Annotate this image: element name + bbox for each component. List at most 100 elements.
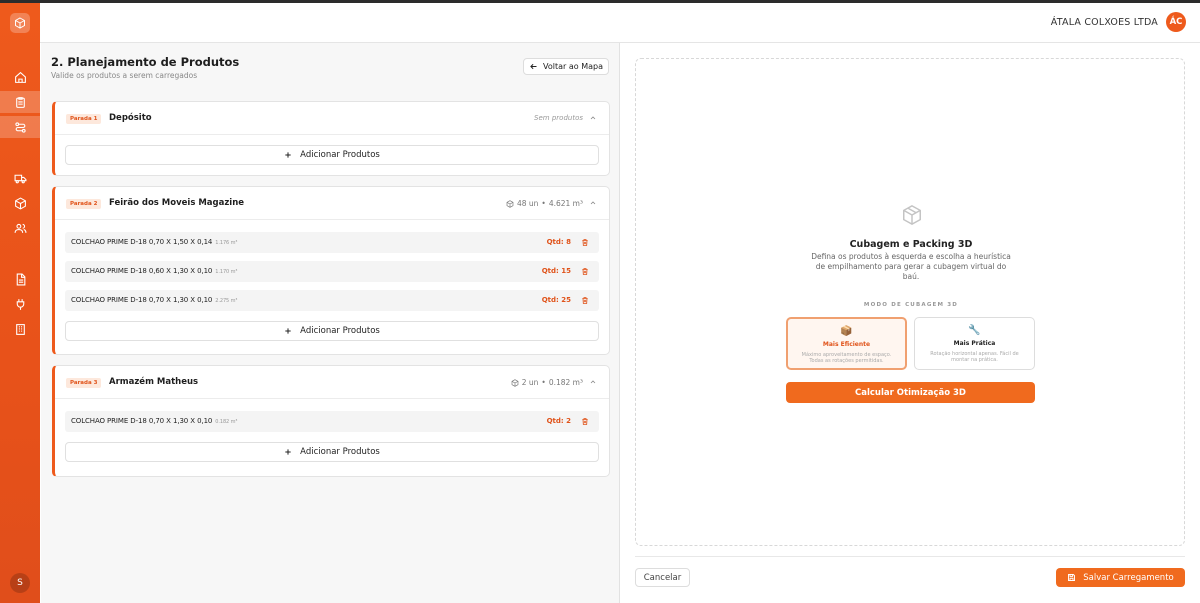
separator-dot: • [541,199,546,208]
mode-description: Rotação horizontal apenas. Fácil de mont… [930,351,1019,363]
trash-icon[interactable] [581,267,589,276]
mode-name: Mais Prática [953,340,996,347]
add-products-label: Adicionar Produtos [300,326,380,336]
mode-option-efficient[interactable]: 📦 Mais Eficiente Máximo aproveitamento d… [786,317,907,370]
stop-units: 48 un [516,199,539,208]
mode-option-practical[interactable]: 🔧 Mais Prática Rotação horizontal apenas… [914,317,1035,370]
product-row: COLCHAO PRIME D-18 0,70 X 1,50 X 0,14 1.1… [65,232,599,253]
product-volume: 2.275 m³ [215,298,238,304]
stop-summary: 2 un • 0.182 m³ [511,378,583,387]
route-icon [14,121,26,133]
mode-label: MODO DE CUBAGEM 3D [863,302,959,308]
back-to-map-button[interactable]: Voltar ao Mapa [523,58,609,75]
stop-badge: Parada 3 [66,378,102,388]
sidebar-item-home[interactable] [0,66,40,88]
trash-icon[interactable] [581,238,589,247]
sidebar: S [0,3,40,603]
stop-header[interactable]: Parada 3 Armazém Matheus 2 un • 0.182 m³ [55,366,609,399]
sidebar-item-integrations[interactable] [0,293,40,315]
save-loading-label: Salvar Carregamento [1083,572,1174,583]
sidebar-item-company[interactable] [0,318,40,340]
sidebar-item-products[interactable] [0,192,40,214]
back-to-map-label: Voltar ao Mapa [543,62,603,71]
page-title: 2. Planejamento de Produtos [51,55,240,69]
box-icon [14,196,26,210]
sidebar-item-users[interactable] [0,217,40,239]
home-icon [14,71,26,83]
stop-header[interactable]: Parada 2 Feirão dos Moveis Magazine 48 u… [55,187,609,220]
plus-icon [285,449,291,455]
product-quantity[interactable]: Qtd: 2 [547,417,571,425]
sidebar-item-orders[interactable] [0,91,40,113]
product-name: COLCHAO PRIME D-18 0,70 X 1,30 X 0,10 0.1… [71,417,238,425]
users-icon [14,223,26,233]
stop-volume: 4.621 m³ [548,199,583,208]
product-volume: 1.170 m³ [215,269,238,275]
cancel-button[interactable]: Cancelar [635,568,690,587]
product-name: COLCHAO PRIME D-18 0,70 X 1,30 X 0,10 2.2… [71,296,238,304]
user-avatar[interactable]: S [10,573,30,593]
footer-divider [635,556,1185,557]
calculate-optimization-button[interactable]: Calcular Otimização 3D [786,382,1035,403]
trash-icon[interactable] [581,417,589,426]
building-icon [15,323,25,335]
stop-name: Depósito [109,113,152,123]
product-name: COLCHAO PRIME D-18 0,70 X 1,50 X 0,14 1.1… [71,238,238,246]
stop-card-1: Parada 1 Depósito Sem produtos Adicionar… [52,101,610,176]
truck-icon [14,174,26,183]
stop-badge: Parada 1 [66,114,102,124]
top-header: ÁTALA COLXOES LTDA ÁC [40,3,1200,43]
chevron-up-icon[interactable] [589,199,597,207]
stop-name: Feirão dos Moveis Magazine [109,198,245,208]
product-name: COLCHAO PRIME D-18 0,60 X 1,30 X 0,10 1.1… [71,267,238,275]
plus-icon [285,328,291,334]
stop-header[interactable]: Parada 1 Depósito Sem produtos [55,102,609,135]
logo-cube-icon[interactable] [10,13,30,33]
product-quantity[interactable]: Qtd: 8 [547,238,571,246]
add-products-button[interactable]: Adicionar Produtos [65,442,599,462]
mode-name: Mais Eficiente [822,341,871,348]
add-products-button[interactable]: Adicionar Produtos [65,145,599,165]
stop-name: Armazém Matheus [109,377,199,387]
cubage-description: Defina os produtos à esquerda e escolha … [811,252,1011,281]
product-quantity[interactable]: Qtd: 25 [542,296,571,304]
stop-card-2: Parada 2 Feirão dos Moveis Magazine 48 u… [52,186,610,355]
stop-summary: 48 un • 4.621 m³ [506,199,583,208]
product-row: COLCHAO PRIME D-18 0,70 X 1,30 X 0,10 2.2… [65,290,599,311]
cube-icon [903,204,921,226]
wrench-icon: 🔧 [968,325,981,336]
mode-description: Máximo aproveitamento de espaço. Todas a… [801,352,892,364]
stop-badge: Parada 2 [66,199,102,209]
sidebar-item-reports[interactable] [0,268,40,290]
document-icon [16,273,25,285]
cubage-canvas: Cubagem e Packing 3D Defina os produtos … [635,58,1185,546]
chevron-up-icon[interactable] [589,378,597,386]
sidebar-item-fleet[interactable] [0,167,40,189]
product-volume: 0.182 m³ [215,419,238,425]
product-quantity[interactable]: Qtd: 15 [542,267,571,275]
stop-empty-text: Sem produtos [534,114,583,122]
product-row: COLCHAO PRIME D-18 0,60 X 1,30 X 0,10 1.1… [65,261,599,282]
account-avatar[interactable]: ÁC [1166,12,1186,32]
plug-icon [16,298,24,310]
add-products-button[interactable]: Adicionar Produtos [65,321,599,341]
add-products-label: Adicionar Produtos [300,447,380,457]
clipboard-icon [15,96,25,108]
separator-dot: • [541,378,546,387]
planning-panel: 2. Planejamento de Produtos Valide os pr… [41,43,620,603]
package-icon [506,199,514,208]
product-row: COLCHAO PRIME D-18 0,70 X 1,30 X 0,10 0.1… [65,411,599,432]
plus-icon [285,152,291,158]
stop-units: 2 un [521,378,539,387]
product-volume: 1.176 m³ [215,240,238,246]
cubage-panel: Cubagem e Packing 3D Defina os produtos … [621,43,1200,603]
chevron-up-icon[interactable] [589,114,597,122]
sidebar-item-routes[interactable] [0,116,40,138]
add-products-label: Adicionar Produtos [300,150,380,160]
arrow-left-icon [530,63,537,70]
save-icon [1068,574,1076,581]
package-emoji-icon: 📦 [840,326,853,337]
stop-volume: 0.182 m³ [548,378,583,387]
trash-icon[interactable] [581,296,589,305]
save-loading-button[interactable]: Salvar Carregamento [1056,568,1185,587]
